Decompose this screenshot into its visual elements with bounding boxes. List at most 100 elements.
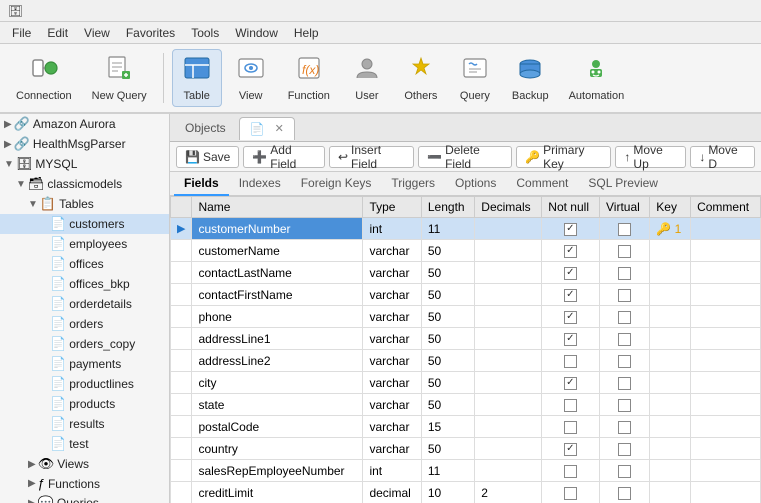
field-notnull-3[interactable] bbox=[542, 284, 600, 306]
sidebar-item-views[interactable]: ▶👁Views bbox=[0, 454, 169, 474]
sub-tab-options[interactable]: Options bbox=[445, 172, 506, 196]
field-virtual-11[interactable] bbox=[600, 460, 650, 482]
table-row[interactable]: phonevarchar50 bbox=[171, 306, 761, 328]
move-up-button[interactable]: ↑Move Up bbox=[615, 146, 686, 168]
field-notnull-10[interactable] bbox=[542, 438, 600, 460]
sidebar-item-orders_copy[interactable]: 📄orders_copy bbox=[0, 334, 169, 354]
field-virtual-5[interactable] bbox=[600, 328, 650, 350]
sub-tab-comment[interactable]: Comment bbox=[506, 172, 578, 196]
field-name-0[interactable]: customerNumber bbox=[192, 218, 363, 240]
toolbar-query[interactable]: Query bbox=[450, 49, 500, 107]
virtual-checkbox-5[interactable] bbox=[618, 333, 631, 346]
expand-mysql[interactable]: ▼ bbox=[4, 159, 14, 170]
sidebar-item-classicmodels[interactable]: ▼🗃classicmodels bbox=[0, 174, 169, 194]
move-down-button[interactable]: ↓Move D bbox=[690, 146, 755, 168]
menu-item-window[interactable]: Window bbox=[227, 24, 286, 42]
field-name-10[interactable]: country bbox=[192, 438, 363, 460]
field-notnull-6[interactable] bbox=[542, 350, 600, 372]
sub-tab-sql-preview[interactable]: SQL Preview bbox=[578, 172, 668, 196]
menu-item-file[interactable]: File bbox=[4, 24, 39, 42]
objects-tab[interactable]: Objects bbox=[174, 116, 237, 139]
menu-item-tools[interactable]: Tools bbox=[183, 24, 227, 42]
menu-item-help[interactable]: Help bbox=[286, 24, 327, 42]
notnull-checkbox-11[interactable] bbox=[564, 465, 577, 478]
table-row[interactable]: contactFirstNamevarchar50 bbox=[171, 284, 761, 306]
table-row[interactable]: postalCodevarchar15 bbox=[171, 416, 761, 438]
toolbar-others[interactable]: Others bbox=[396, 49, 446, 107]
expand-tables[interactable]: ▼ bbox=[28, 199, 38, 210]
virtual-checkbox-2[interactable] bbox=[618, 267, 631, 280]
sub-tab-triggers[interactable]: Triggers bbox=[381, 172, 445, 196]
notnull-checkbox-0[interactable] bbox=[564, 223, 577, 236]
table-row[interactable]: addressLine1varchar50 bbox=[171, 328, 761, 350]
notnull-checkbox-9[interactable] bbox=[564, 421, 577, 434]
sidebar-item-queries[interactable]: ▶💬Queries bbox=[0, 493, 169, 503]
notnull-checkbox-5[interactable] bbox=[564, 333, 577, 346]
field-name-1[interactable]: customerName bbox=[192, 240, 363, 262]
toolbar-table[interactable]: Table bbox=[172, 49, 222, 107]
notnull-checkbox-10[interactable] bbox=[564, 443, 577, 456]
virtual-checkbox-7[interactable] bbox=[618, 377, 631, 390]
field-name-7[interactable]: city bbox=[192, 372, 363, 394]
table-tab[interactable]: 📄 ✕ bbox=[239, 117, 295, 140]
field-virtual-4[interactable] bbox=[600, 306, 650, 328]
virtual-checkbox-10[interactable] bbox=[618, 443, 631, 456]
field-name-12[interactable]: creditLimit bbox=[192, 482, 363, 503]
sidebar-item-customers[interactable]: 📄customers bbox=[0, 214, 169, 234]
toolbar-connection[interactable]: Connection bbox=[8, 49, 80, 107]
field-notnull-0[interactable] bbox=[542, 218, 600, 240]
notnull-checkbox-7[interactable] bbox=[564, 377, 577, 390]
field-notnull-8[interactable] bbox=[542, 394, 600, 416]
table-row[interactable]: customerNamevarchar50 bbox=[171, 240, 761, 262]
virtual-checkbox-11[interactable] bbox=[618, 465, 631, 478]
field-virtual-9[interactable] bbox=[600, 416, 650, 438]
table-row[interactable]: statevarchar50 bbox=[171, 394, 761, 416]
menu-item-view[interactable]: View bbox=[76, 24, 118, 42]
save-button[interactable]: 💾Save bbox=[176, 146, 239, 168]
field-notnull-5[interactable] bbox=[542, 328, 600, 350]
field-virtual-0[interactable] bbox=[600, 218, 650, 240]
toolbar-backup[interactable]: Backup bbox=[504, 49, 557, 107]
field-name-9[interactable]: postalCode bbox=[192, 416, 363, 438]
virtual-checkbox-8[interactable] bbox=[618, 399, 631, 412]
field-virtual-12[interactable] bbox=[600, 482, 650, 503]
field-table-container[interactable]: NameTypeLengthDecimalsNot nullVirtualKey… bbox=[170, 196, 761, 503]
sidebar-item-functions[interactable]: ▶ƒFunctions bbox=[0, 474, 169, 493]
field-name-6[interactable]: addressLine2 bbox=[192, 350, 363, 372]
toolbar-automation[interactable]: Automation bbox=[561, 49, 633, 107]
sidebar-item-offices_bkp[interactable]: 📄offices_bkp bbox=[0, 274, 169, 294]
field-virtual-7[interactable] bbox=[600, 372, 650, 394]
sidebar-item-productlines[interactable]: 📄productlines bbox=[0, 374, 169, 394]
virtual-checkbox-1[interactable] bbox=[618, 245, 631, 258]
expand-classicmodels[interactable]: ▼ bbox=[16, 179, 26, 190]
sub-tab-indexes[interactable]: Indexes bbox=[229, 172, 291, 196]
sub-tab-fields[interactable]: Fields bbox=[174, 172, 229, 196]
table-tab-close[interactable]: ✕ bbox=[275, 122, 284, 135]
field-notnull-12[interactable] bbox=[542, 482, 600, 503]
field-virtual-6[interactable] bbox=[600, 350, 650, 372]
sidebar-item-orders[interactable]: 📄orders bbox=[0, 314, 169, 334]
expand-healthmsgparser[interactable]: ▶ bbox=[4, 139, 12, 150]
notnull-checkbox-4[interactable] bbox=[564, 311, 577, 324]
sidebar-item-mysql[interactable]: ▼🗄MYSQL bbox=[0, 154, 169, 174]
table-row[interactable]: ▶customerNumberint11🔑 1 bbox=[171, 218, 761, 240]
toolbar-view[interactable]: View bbox=[226, 49, 276, 107]
sidebar-item-amazon-aurora[interactable]: ▶🔗Amazon Aurora bbox=[0, 114, 169, 134]
sidebar-item-test[interactable]: 📄test bbox=[0, 434, 169, 454]
field-notnull-11[interactable] bbox=[542, 460, 600, 482]
sidebar-item-employees[interactable]: 📄employees bbox=[0, 234, 169, 254]
sidebar-item-payments[interactable]: 📄payments bbox=[0, 354, 169, 374]
table-row[interactable]: salesRepEmployeeNumberint11 bbox=[171, 460, 761, 482]
toolbar-new-query[interactable]: New Query bbox=[84, 49, 155, 107]
table-row[interactable]: creditLimitdecimal102 bbox=[171, 482, 761, 503]
notnull-checkbox-6[interactable] bbox=[564, 355, 577, 368]
table-row[interactable]: cityvarchar50 bbox=[171, 372, 761, 394]
field-name-8[interactable]: state bbox=[192, 394, 363, 416]
field-name-11[interactable]: salesRepEmployeeNumber bbox=[192, 460, 363, 482]
virtual-checkbox-3[interactable] bbox=[618, 289, 631, 302]
virtual-checkbox-12[interactable] bbox=[618, 487, 631, 500]
expand-functions[interactable]: ▶ bbox=[28, 478, 36, 489]
field-virtual-3[interactable] bbox=[600, 284, 650, 306]
field-notnull-7[interactable] bbox=[542, 372, 600, 394]
field-notnull-1[interactable] bbox=[542, 240, 600, 262]
